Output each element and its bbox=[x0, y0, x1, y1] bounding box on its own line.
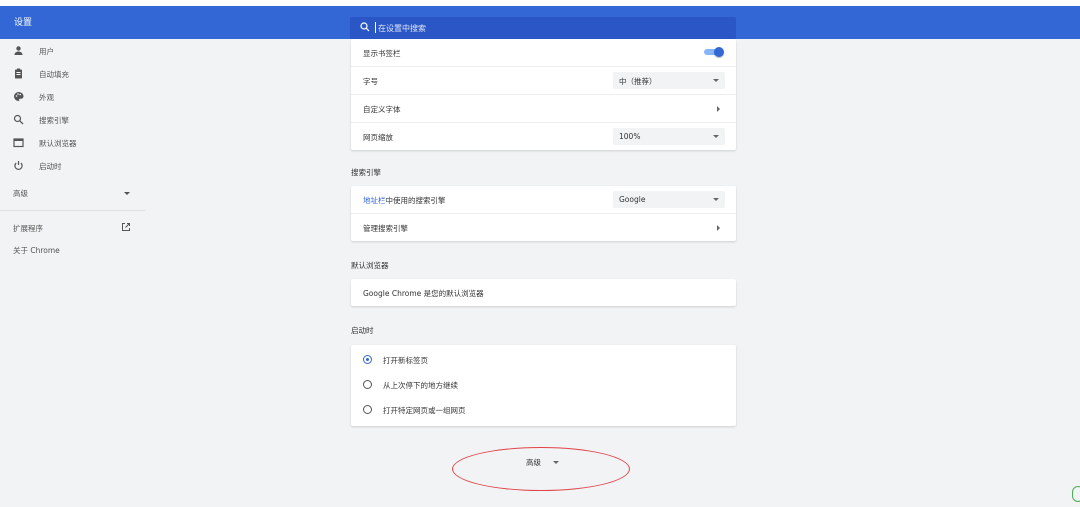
address-bar-engine-label: 地址栏中使用的搜索引擎 bbox=[363, 195, 446, 206]
text-cursor bbox=[375, 22, 376, 33]
chevron-down-icon bbox=[124, 192, 130, 195]
startup-option-label: 从上次停下的地方继续 bbox=[383, 381, 458, 390]
palette-icon bbox=[13, 91, 24, 102]
search-input[interactable]: 在设置中搜索 bbox=[350, 17, 736, 39]
appearance-card: 显示书签栏 字号 中（推荐） 自定义字体 网页缩放 100% bbox=[351, 39, 736, 150]
sidebar-item-label: 启动时 bbox=[39, 162, 62, 171]
sidebar-item-label: 用户 bbox=[39, 47, 54, 56]
sidebar-about-label: 关于 Chrome bbox=[13, 246, 60, 255]
default-browser-section-title: 默认浏览器 bbox=[351, 261, 389, 270]
address-bar-engine-text: 中使用的搜索引擎 bbox=[385, 196, 446, 205]
on-startup-card: 打开新标签页 从上次停下的地方继续 打开特定网页或一组网页 bbox=[351, 345, 736, 426]
startup-option-label: 打开特定网页或一组网页 bbox=[383, 406, 466, 415]
chevron-right-icon bbox=[717, 225, 720, 231]
sidebar-item-label: 自动填充 bbox=[39, 70, 69, 79]
startup-option[interactable]: 打开特定网页或一组网页 bbox=[351, 397, 736, 422]
page-zoom-row: 网页缩放 100% bbox=[351, 122, 736, 150]
sidebar-divider bbox=[0, 210, 145, 211]
clipboard-icon bbox=[13, 68, 24, 79]
manage-search-engines-row[interactable]: 管理搜索引擎 bbox=[351, 213, 736, 241]
search-engine-section-title: 搜索引擎 bbox=[351, 168, 381, 177]
bookmarks-toggle[interactable] bbox=[704, 47, 724, 57]
default-browser-row: Google Chrome 是您的默认浏览器 bbox=[351, 279, 736, 306]
sidebar-item-about[interactable]: 关于 Chrome bbox=[0, 241, 145, 259]
default-browser-card: Google Chrome 是您的默认浏览器 bbox=[351, 279, 736, 306]
page-zoom-select[interactable]: 100% bbox=[613, 128, 725, 145]
address-bar-link[interactable]: 地址栏 bbox=[363, 196, 386, 205]
on-startup-section-title: 启动时 bbox=[351, 326, 374, 335]
chevron-down-icon bbox=[713, 79, 719, 82]
power-icon bbox=[13, 160, 24, 171]
advanced-button[interactable]: 高级 bbox=[515, 453, 575, 473]
sidebar-item-extensions[interactable]: 扩展程序 bbox=[0, 219, 145, 237]
address-bar-engine-row: 地址栏中使用的搜索引擎 Google bbox=[351, 186, 736, 213]
chevron-down-icon bbox=[553, 461, 559, 464]
search-engine-value: Google bbox=[619, 195, 646, 204]
advanced-button-label: 高级 bbox=[526, 458, 541, 467]
sidebar-item-default-browser[interactable]: 默认浏览器 bbox=[0, 131, 145, 154]
search-icon bbox=[360, 22, 370, 32]
search-icon bbox=[13, 114, 24, 125]
sidebar-item-appearance[interactable]: 外观 bbox=[0, 85, 145, 108]
page-title: 设置 bbox=[14, 18, 33, 28]
sidebar-item-autofill[interactable]: 自动填充 bbox=[0, 62, 145, 85]
sidebar-item-search-engine[interactable]: 搜索引擎 bbox=[0, 108, 145, 131]
settings-header: 设置 在设置中搜索 bbox=[0, 6, 1080, 39]
sidebar-item-label: 默认浏览器 bbox=[39, 139, 77, 148]
page-zoom-value: 100% bbox=[619, 132, 641, 141]
font-size-row: 字号 中（推荐） bbox=[351, 66, 736, 94]
chevron-right-icon bbox=[717, 106, 720, 112]
radio-unselected-icon[interactable] bbox=[363, 380, 372, 389]
custom-fonts-label: 自定义字体 bbox=[363, 105, 401, 114]
sidebar-extensions-label: 扩展程序 bbox=[13, 224, 43, 233]
sidebar-item-on-startup[interactable]: 启动时 bbox=[0, 154, 145, 177]
custom-fonts-row[interactable]: 自定义字体 bbox=[351, 94, 736, 122]
sidebar-item-label: 外观 bbox=[39, 93, 54, 102]
default-browser-status: Google Chrome 是您的默认浏览器 bbox=[363, 289, 484, 298]
font-size-select[interactable]: 中（推荐） bbox=[613, 72, 725, 89]
chevron-down-icon bbox=[713, 135, 719, 138]
open-in-new-icon bbox=[121, 222, 131, 232]
radio-unselected-icon[interactable] bbox=[363, 405, 372, 414]
startup-option[interactable]: 从上次停下的地方继续 bbox=[351, 372, 736, 397]
edge-indicator bbox=[1072, 486, 1080, 502]
sidebar-advanced-label: 高级 bbox=[13, 189, 28, 198]
search-engine-card: 地址栏中使用的搜索引擎 Google 管理搜索引擎 bbox=[351, 186, 736, 241]
startup-option-label: 打开新标签页 bbox=[383, 356, 428, 365]
person-icon bbox=[13, 45, 24, 56]
font-size-value: 中（推荐） bbox=[619, 77, 657, 86]
startup-option[interactable]: 打开新标签页 bbox=[351, 347, 736, 372]
show-bookmarks-row[interactable]: 显示书签栏 bbox=[351, 39, 736, 66]
font-size-label: 字号 bbox=[363, 77, 378, 86]
radio-selected-icon[interactable] bbox=[363, 355, 372, 364]
search-placeholder: 在设置中搜索 bbox=[378, 24, 426, 33]
sidebar-advanced[interactable]: 高级 bbox=[0, 182, 145, 202]
page-zoom-label: 网页缩放 bbox=[363, 133, 393, 142]
browser-icon bbox=[13, 137, 24, 148]
search-engine-select[interactable]: Google bbox=[613, 191, 725, 208]
manage-search-engines-label: 管理搜索引擎 bbox=[363, 224, 408, 233]
sidebar-item-people[interactable]: 用户 bbox=[0, 39, 145, 62]
sidebar-item-label: 搜索引擎 bbox=[39, 116, 69, 125]
chevron-down-icon bbox=[713, 198, 719, 201]
show-bookmarks-label: 显示书签栏 bbox=[363, 49, 401, 58]
